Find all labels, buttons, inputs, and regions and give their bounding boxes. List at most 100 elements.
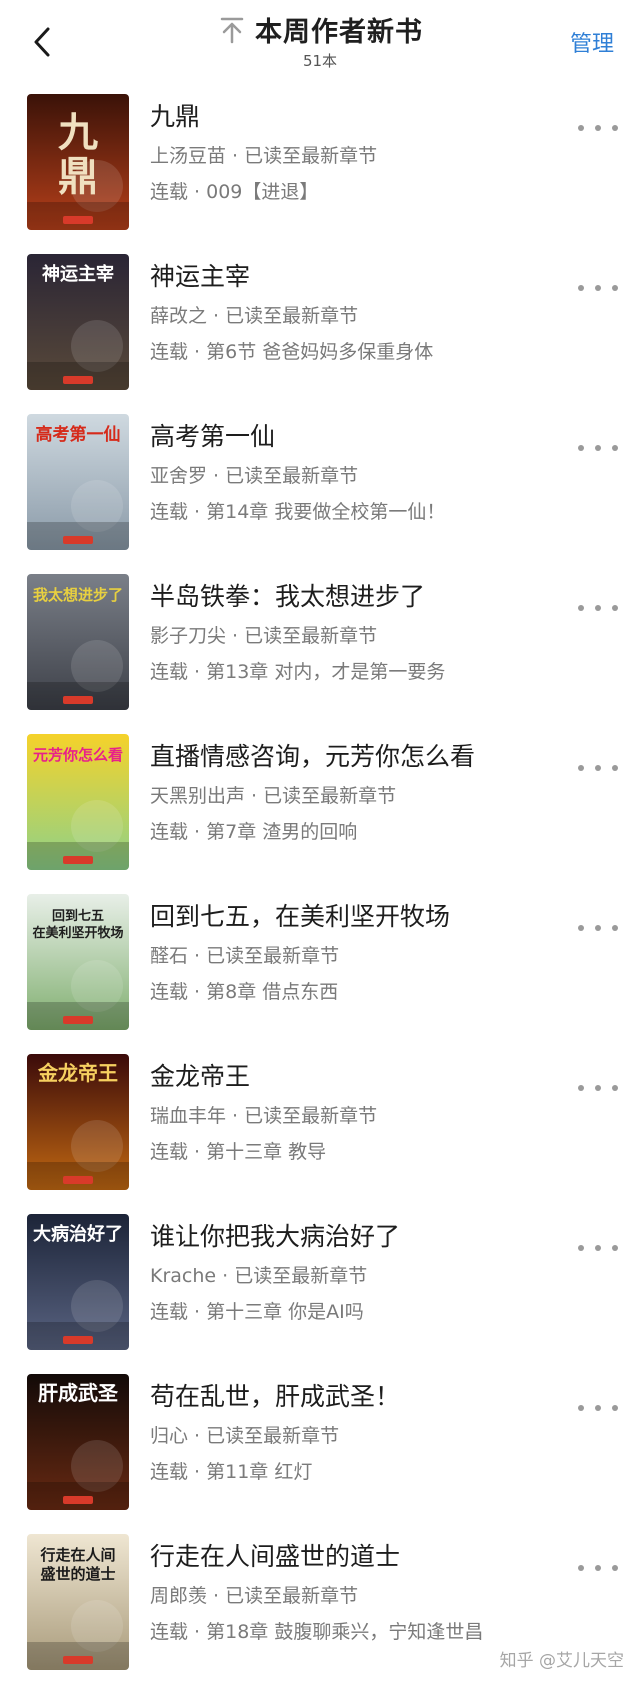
book-cover[interactable]: 九鼎: [27, 94, 129, 230]
svg-text:我太想进步了: 我太想进步了: [33, 586, 123, 604]
book-info: 高考第一仙 亚舍罗 · 已读至最新章节 连载 · 第14章 我要做全校第一仙！: [150, 420, 580, 526]
book-latest-chapter: 连载 · 第6节 爸爸妈妈多保重身体: [150, 341, 434, 363]
book-cover[interactable]: 金龙帝王: [27, 1054, 129, 1190]
book-latest-chapter: 连载 · 第十三章 教导: [150, 1141, 327, 1163]
watermark: 知乎 @艾儿天空: [499, 1651, 624, 1671]
book-cover[interactable]: 神运主宰: [27, 254, 129, 390]
dot: [612, 765, 618, 771]
dot: [595, 765, 601, 771]
more-dots-icon[interactable]: [578, 438, 618, 458]
dot: [612, 285, 618, 291]
dot: [578, 1085, 584, 1091]
page-title: 本周作者新书: [255, 17, 423, 48]
book-author-status: Krache · 已读至最新章节: [150, 1265, 368, 1287]
book-info: 回到七五，在美利坚开牧场醛石 · 已读至最新章节 连载 · 第8章 借点东西: [150, 900, 580, 1006]
list-item[interactable]: 高考第一仙 高考第一仙 亚舍罗 · 已读至最新章节 连载 · 第14章 我要做全校第一…: [0, 404, 640, 564]
book-latest-chapter: 连载 · 009【进退】: [150, 181, 319, 203]
book-cover[interactable]: 肝成武圣: [27, 1374, 129, 1510]
more-dots-icon[interactable]: [578, 918, 618, 938]
more-dots-icon[interactable]: [578, 598, 618, 618]
more-dots-icon[interactable]: [578, 118, 618, 138]
book-latest-chapter: 连载 · 第13章 对内，才是第一要务: [150, 661, 446, 683]
top-bar: 本周作者新书 51本 管理: [0, 0, 640, 84]
svg-text:回到七五: 回到七五: [52, 909, 104, 924]
book-latest-chapter: 连载 · 第十三章 你是AI吗: [150, 1301, 364, 1323]
svg-text:元芳你怎么看: 元芳你怎么看: [33, 746, 123, 764]
list-item[interactable]: 九鼎九鼎 上汤豆苗 · 已读至最新章节 连载 · 009【进退】: [0, 84, 640, 244]
book-cover[interactable]: 大病治好了: [27, 1214, 129, 1350]
dot: [612, 1085, 618, 1091]
dot: [595, 445, 601, 451]
book-info: 九鼎 上汤豆苗 · 已读至最新章节 连载 · 009【进退】: [150, 100, 580, 206]
svg-text:九: 九: [58, 109, 98, 156]
book-latest-chapter: 连载 · 第14章 我要做全校第一仙！: [150, 501, 446, 523]
more-dots-icon[interactable]: [578, 758, 618, 778]
svg-text:肝成武圣: 肝成武圣: [38, 1381, 119, 1405]
book-title: 苟在乱世，肝成武圣！: [150, 1382, 401, 1411]
title-block: 本周作者新书 51本: [0, 10, 640, 71]
book-author-status: 醛石 · 已读至最新章节: [150, 945, 340, 967]
list-item[interactable]: 回到七五 在美利坚开牧场 回到七五，在美利坚开牧场 醛石 · 已读至最新章节 连载 · …: [0, 884, 640, 1044]
book-cover[interactable]: 我太想进步了: [27, 574, 129, 710]
dot: [578, 125, 584, 131]
dot: [595, 1085, 601, 1091]
book-title: 九鼎: [150, 102, 201, 131]
dot: [578, 445, 584, 451]
pin-to-top-icon[interactable]: [217, 15, 247, 45]
book-cover[interactable]: 元芳你怎么看: [27, 734, 129, 870]
more-dots-icon[interactable]: [578, 1238, 618, 1258]
dot: [612, 1245, 618, 1251]
book-info: 苟在乱世，肝成武圣！ 归心 · 已读至最新章节 连载 · 第11章 红灯: [150, 1380, 580, 1486]
manage-button[interactable]: 管理: [570, 26, 614, 58]
more-dots-icon[interactable]: [578, 278, 618, 298]
book-info: 直播情感咨询，元芳你怎么看 天黑别出声 · 已读至最新章节 连载 · 第7章 渣男的…: [150, 740, 580, 846]
dot: [595, 925, 601, 931]
book-latest-chapter: 连载 · 第8章 借点东西: [150, 981, 339, 1003]
dot: [595, 1565, 601, 1571]
dot: [578, 285, 584, 291]
book-latest-chapter: 连载 · 第11章 红灯: [150, 1461, 313, 1483]
svg-text:盛世的道士: 盛世的道士: [40, 1565, 115, 1583]
book-cover[interactable]: 行走在人间 盛世的道士: [27, 1534, 129, 1670]
svg-text:大病治好了: 大病治好了: [33, 1223, 123, 1245]
book-info: 半岛铁拳：我太想进步了 影子刀尖 · 已读至最新章节 连载 · 第13章 对内，才是…: [150, 580, 580, 686]
list-item[interactable]: 金龙帝王 金龙帝王 瑞血丰年 · 已读至最新章节 连载 · 第十三章 教导: [0, 1044, 640, 1204]
book-author-status: 天黑别出声 · 已读至最新章节: [150, 785, 397, 807]
dot: [578, 1405, 584, 1411]
more-dots-icon[interactable]: [578, 1558, 618, 1578]
book-info: 神运主宰 薛改之 · 已读至最新章节 连载 · 第6节 爸爸妈妈多保重身体: [150, 260, 580, 366]
book-cover[interactable]: 回到七五 在美利坚开牧场: [27, 894, 129, 1030]
dot: [612, 1565, 618, 1571]
book-list: 九鼎九鼎 上汤豆苗 · 已读至最新章节 连载 · 009【进退】 神运主宰 神运主宰 薛改…: [0, 84, 640, 1684]
book-title: 行走在人间盛世的道士: [150, 1542, 401, 1571]
svg-text:鼎: 鼎: [58, 153, 98, 200]
list-item[interactable]: 神运主宰 神运主宰 薛改之 · 已读至最新章节 连载 · 第6节 爸爸妈妈多保重身体: [0, 244, 640, 404]
more-dots-icon[interactable]: [578, 1398, 618, 1418]
list-item[interactable]: 我太想进步了 半岛铁拳：我太想进步了 影子刀尖 · 已读至最新章节 连载 · 第13章…: [0, 564, 640, 724]
more-dots-icon[interactable]: [578, 1078, 618, 1098]
book-cover[interactable]: 高考第一仙: [27, 414, 129, 550]
svg-text:行走在人间: 行走在人间: [39, 1546, 115, 1564]
book-latest-chapter: 连载 · 第18章 鼓腹聊乘兴，宁知逢世昌: [150, 1621, 484, 1643]
list-item[interactable]: 肝成武圣 苟在乱世，肝成武圣！ 归心 · 已读至最新章节 连载 · 第11章 红灯: [0, 1364, 640, 1524]
dot: [578, 765, 584, 771]
book-title: 半岛铁拳：我太想进步了: [150, 582, 426, 611]
book-author-status: 归心 · 已读至最新章节: [150, 1425, 340, 1447]
book-author-status: 周郎羡 · 已读至最新章节: [150, 1585, 359, 1607]
book-title: 回到七五，在美利坚开牧场: [150, 902, 451, 931]
book-title: 谁让你把我大病治好了: [150, 1222, 401, 1251]
list-item[interactable]: 大病治好了 谁让你把我大病治好了 Krache · 已读至最新章节 连载 · 第十三章…: [0, 1204, 640, 1364]
list-item[interactable]: 元芳你怎么看 直播情感咨询，元芳你怎么看 天黑别出声 · 已读至最新章节 连载 · 第…: [0, 724, 640, 884]
svg-text:在美利坚开牧场: 在美利坚开牧场: [32, 925, 123, 941]
book-author-status: 薛改之 · 已读至最新章节: [150, 305, 359, 327]
dot: [595, 285, 601, 291]
svg-text:神运主宰: 神运主宰: [42, 263, 114, 285]
svg-text:高考第一仙: 高考第一仙: [36, 424, 121, 445]
book-info: 谁让你把我大病治好了 Krache · 已读至最新章节 连载 · 第十三章 你是AI…: [150, 1220, 580, 1326]
book-info: 行走在人间盛世的道士周郎羡 · 已读至最新章节连载 · 第18章 鼓腹聊乘兴，宁…: [150, 1540, 580, 1646]
dot: [612, 445, 618, 451]
book-title: 高考第一仙: [150, 422, 276, 451]
dot: [595, 1405, 601, 1411]
dot: [612, 125, 618, 131]
dot: [612, 1405, 618, 1411]
